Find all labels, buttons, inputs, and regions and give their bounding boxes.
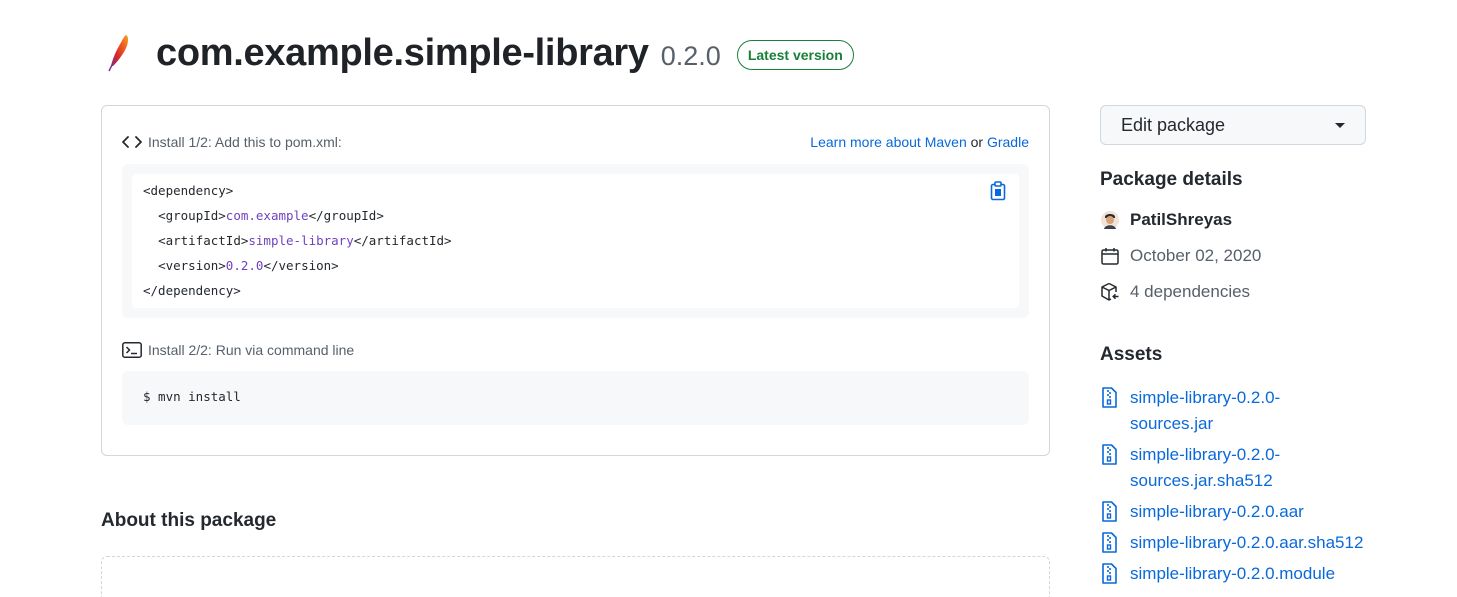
dependencies-row: 4 dependencies — [1100, 282, 1250, 302]
asset-link[interactable]: simple-library-0.2.0.aar — [1130, 499, 1390, 525]
asset-item[interactable]: simple-library-0.2.0- sources.jar.sha512 — [1100, 442, 1330, 494]
command-text: $ mvn install — [143, 389, 241, 404]
package-details-title: Package details — [1100, 169, 1243, 190]
pom-code: <dependency> <groupId>com.example</group… — [143, 183, 452, 298]
author-name[interactable]: PatilShreyas — [1130, 210, 1232, 230]
asset-item[interactable]: simple-library-0.2.0- sources.jar — [1100, 385, 1330, 437]
edit-package-label: Edit package — [1121, 114, 1226, 135]
asset-link[interactable]: simple-library-0.2.0.module — [1130, 561, 1390, 587]
author-row: PatilShreyas — [1100, 210, 1232, 230]
gradle-link[interactable]: Gradle — [987, 134, 1029, 150]
install-step-2-label: Install 2/2: Run via command line — [148, 342, 355, 358]
pom-snippet-container: <dependency> <groupId>com.example</group… — [122, 164, 1029, 318]
assets-title: Assets — [1100, 344, 1163, 365]
learn-more: Learn more about Maven or Gradle — [810, 134, 1029, 150]
file-zip-icon — [1100, 444, 1120, 466]
file-zip-icon — [1100, 563, 1120, 585]
install-step-1-label: Install 1/2: Add this to pom.xml: — [148, 134, 342, 150]
calendar-icon — [1100, 246, 1120, 266]
package-dependencies-icon — [1100, 282, 1120, 302]
asset-link[interactable]: simple-library-0.2.0- sources.jar.sha512 — [1130, 442, 1330, 494]
apache-feather-icon — [104, 33, 134, 73]
asset-link[interactable]: simple-library-0.2.0.aar.sha512 — [1130, 530, 1390, 556]
package-title: com.example.simple-library — [156, 31, 649, 74]
asset-link[interactable]: simple-library-0.2.0- sources.jar — [1130, 385, 1330, 437]
asset-item[interactable]: simple-library-0.2.0.aar.sha512 — [1100, 530, 1390, 556]
date-row: October 02, 2020 — [1100, 246, 1261, 266]
about-content — [101, 556, 1050, 597]
install-step-1-header: Install 1/2: Add this to pom.xml: — [122, 134, 342, 150]
avatar[interactable] — [1100, 210, 1120, 230]
chevron-down-icon — [1335, 122, 1345, 128]
command-snippet[interactable]: $ mvn install — [122, 371, 1029, 425]
install-panel: Install 1/2: Add this to pom.xml: Learn … — [101, 105, 1050, 456]
pom-snippet[interactable]: <dependency> <groupId>com.example</group… — [132, 174, 1019, 308]
asset-item[interactable]: simple-library-0.2.0.module — [1100, 561, 1390, 587]
package-header: com.example.simple-library 0.2.0 Latest … — [104, 28, 854, 78]
copy-clipboard-icon[interactable] — [989, 181, 1007, 201]
dependencies-count[interactable]: 4 dependencies — [1130, 282, 1250, 302]
edit-package-button[interactable]: Edit package — [1100, 105, 1366, 145]
file-zip-icon — [1100, 501, 1120, 523]
about-title: About this package — [101, 510, 277, 531]
learn-more-maven-link[interactable]: Learn more about Maven — [810, 134, 966, 150]
asset-item[interactable]: simple-library-0.2.0.aar — [1100, 499, 1390, 525]
install-step-2-header: Install 2/2: Run via command line — [122, 341, 354, 359]
latest-version-badge: Latest version — [736, 40, 854, 70]
terminal-icon — [122, 341, 144, 359]
or-text: or — [970, 134, 984, 150]
file-zip-icon — [1100, 387, 1120, 409]
package-version: 0.2.0 — [660, 40, 721, 71]
code-icon — [122, 134, 144, 150]
file-zip-icon — [1100, 532, 1120, 554]
publish-date: October 02, 2020 — [1130, 246, 1262, 265]
